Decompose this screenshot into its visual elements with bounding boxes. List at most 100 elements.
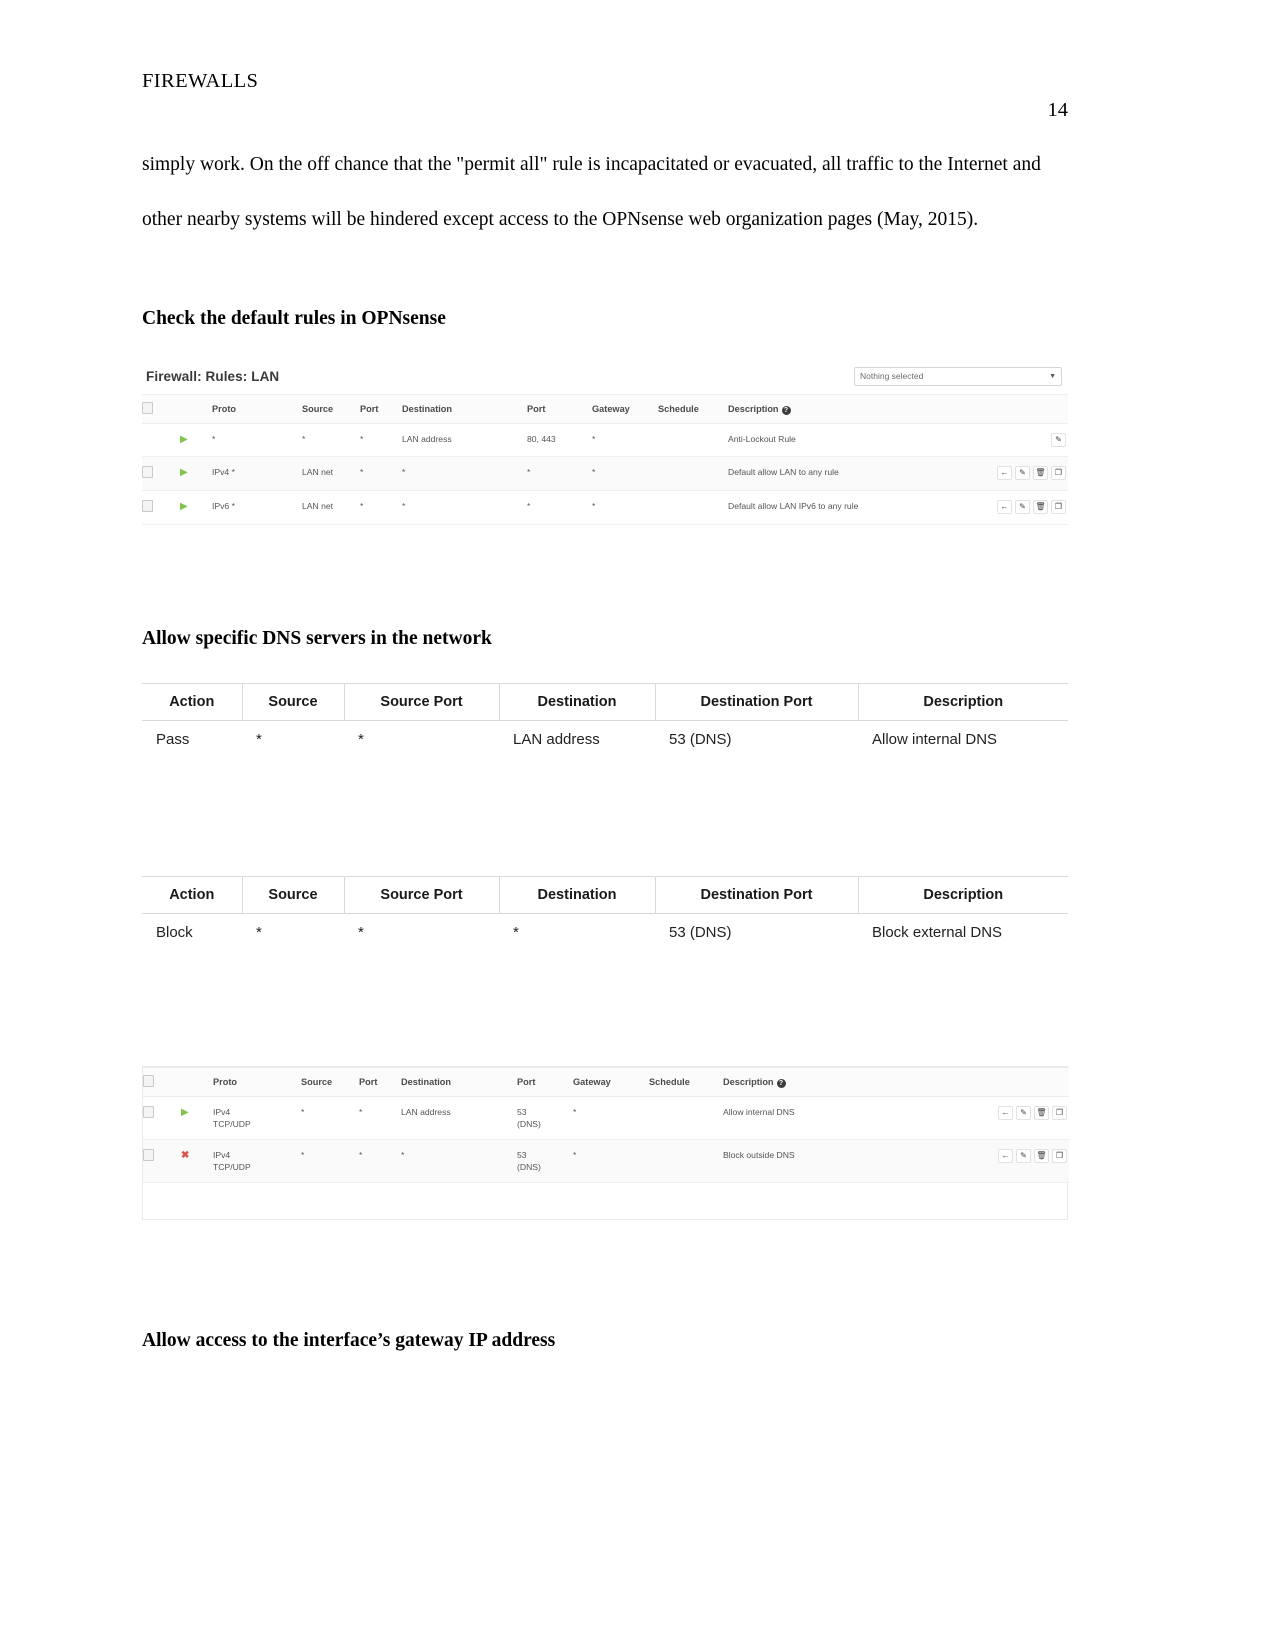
- cell-gateway: *: [573, 1139, 649, 1183]
- chevron-down-icon: ▼: [1049, 372, 1056, 380]
- opnsense-panel-header: Firewall: Rules: LAN Nothing selected ▼: [142, 358, 1068, 394]
- dest-port-line-1: 53: [517, 1107, 527, 1117]
- col-source-port: Source Port: [344, 876, 500, 914]
- cell-source-port: *: [344, 913, 499, 951]
- edit-pencil-icon[interactable]: ✎: [1015, 466, 1030, 480]
- cell-port: *: [359, 1096, 401, 1140]
- col-gateway: Gateway: [592, 394, 658, 424]
- col-source: Source: [242, 876, 345, 914]
- move-left-arrow-icon[interactable]: ←: [997, 466, 1012, 480]
- interface-select[interactable]: Nothing selected ▼: [854, 366, 1062, 386]
- row-checkbox[interactable]: [143, 1149, 154, 1161]
- table-row[interactable]: ▶ IPv4 * LAN net * * * * Default allow L…: [142, 456, 1068, 491]
- cell-gateway: *: [592, 423, 658, 457]
- cell-port: *: [359, 1139, 401, 1183]
- edit-pencil-icon[interactable]: ✎: [1051, 433, 1066, 447]
- move-left-arrow-icon[interactable]: ←: [998, 1149, 1013, 1163]
- clone-copy-icon[interactable]: ❐: [1051, 466, 1066, 480]
- delete-trash-icon[interactable]: 🗑: [1033, 500, 1048, 514]
- clone-copy-icon[interactable]: ❐: [1052, 1106, 1067, 1120]
- table-header-row: Action Source Source Port Destination De…: [142, 876, 1068, 914]
- dest-port-line-2: (DNS): [517, 1119, 541, 1129]
- cell-actions: ← ✎ 🗑 ❐: [983, 490, 1068, 525]
- col-description: Description: [858, 876, 1068, 914]
- cell-port: *: [360, 423, 402, 457]
- cell-description: Block outside DNS: [723, 1139, 968, 1183]
- select-all-checkbox[interactable]: [142, 402, 153, 414]
- table-row[interactable]: ▶ IPv4 TCP/UDP * * LAN address 53 (DNS) …: [143, 1096, 1069, 1140]
- edit-pencil-icon[interactable]: ✎: [1015, 500, 1030, 514]
- cell-destination-port: 53 (DNS): [655, 720, 858, 758]
- col-port: Port: [360, 394, 402, 424]
- pass-rule-table: Action Source Source Port Destination De…: [142, 683, 1068, 758]
- proto-line-1: IPv4: [213, 1107, 231, 1117]
- table-row[interactable]: ✖ IPv4 TCP/UDP * * * 53 (DNS) * Block ou…: [143, 1139, 1069, 1183]
- col-proto: Proto: [212, 394, 302, 424]
- heading-allow-dns-servers: Allow specific DNS servers in the networ…: [142, 628, 492, 649]
- heading-allow-gateway-access: Allow access to the interface’s gateway …: [142, 1330, 556, 1351]
- dns-rules-table: Proto Source Port Destination Port Gatew…: [143, 1067, 1069, 1183]
- cell-dest-port: *: [527, 456, 592, 491]
- cell-port: *: [360, 490, 402, 525]
- col-destination: Destination: [499, 683, 656, 721]
- col-actions: [983, 394, 1068, 424]
- cell-schedule: [649, 1096, 723, 1140]
- table-row[interactable]: ▶ IPv6 * LAN net * * * * Default allow L…: [142, 490, 1068, 525]
- col-destination: Destination: [402, 394, 527, 424]
- row-action-icon-cell: ✖: [181, 1139, 213, 1183]
- col-description-label: Description: [723, 1076, 774, 1087]
- move-left-arrow-icon[interactable]: ←: [998, 1106, 1013, 1120]
- opnsense-dns-rules-panel: Proto Source Port Destination Port Gatew…: [142, 1066, 1069, 1220]
- cell-proto: IPv6 *: [212, 490, 302, 525]
- row-select-cell: [143, 1139, 181, 1183]
- delete-trash-icon[interactable]: 🗑: [1034, 1106, 1049, 1120]
- page-number: 14: [1047, 99, 1069, 121]
- block-x-icon: ✖: [181, 1150, 190, 1161]
- table-row[interactable]: ▶ * * * LAN address 80, 443 * Anti-Locko…: [142, 423, 1068, 457]
- edit-pencil-icon[interactable]: ✎: [1016, 1106, 1031, 1120]
- row-checkbox[interactable]: [142, 500, 153, 512]
- cell-schedule: [658, 456, 728, 491]
- row-action-icon-cell: ▶: [181, 1096, 213, 1140]
- proto-line-2: TCP/UDP: [213, 1162, 251, 1172]
- cell-description: Default allow LAN IPv6 to any rule: [728, 490, 983, 525]
- cell-source: LAN net: [302, 490, 360, 525]
- cell-proto: IPv4 *: [212, 456, 302, 491]
- cell-source: *: [242, 720, 344, 758]
- cell-gateway: *: [592, 490, 658, 525]
- cell-source: *: [302, 423, 360, 457]
- cell-schedule: [658, 423, 728, 457]
- cell-dest-port: 53 (DNS): [517, 1096, 573, 1140]
- cell-gateway: *: [592, 456, 658, 491]
- row-checkbox[interactable]: [143, 1106, 154, 1118]
- cell-description: Allow internal DNS: [723, 1096, 968, 1140]
- select-all-checkbox[interactable]: [143, 1075, 154, 1087]
- cell-destination: LAN address: [401, 1096, 517, 1140]
- proto-line-1: IPv4: [213, 1150, 231, 1160]
- help-circle-icon[interactable]: ?: [781, 405, 791, 415]
- cell-destination: LAN address: [402, 423, 527, 457]
- cell-dest-port: *: [527, 490, 592, 525]
- cell-destination: *: [402, 490, 527, 525]
- running-head: FIREWALLS: [142, 70, 259, 92]
- cell-action: Pass: [142, 720, 242, 758]
- col-destination: Destination: [401, 1067, 517, 1097]
- help-circle-icon[interactable]: ?: [776, 1078, 786, 1088]
- select-all-header: [143, 1067, 181, 1097]
- cell-proto: IPv4 TCP/UDP: [213, 1139, 301, 1183]
- document-page: FIREWALLS 14 simply work. On the off cha…: [0, 0, 1275, 1651]
- clone-copy-icon[interactable]: ❐: [1051, 500, 1066, 514]
- edit-pencil-icon[interactable]: ✎: [1016, 1149, 1031, 1163]
- col-port: Port: [359, 1067, 401, 1097]
- clone-copy-icon[interactable]: ❐: [1052, 1149, 1067, 1163]
- table-row: Pass * * LAN address 53 (DNS) Allow inte…: [142, 720, 1068, 758]
- col-destination: Destination: [499, 876, 656, 914]
- row-checkbox[interactable]: [142, 466, 153, 478]
- delete-trash-icon[interactable]: 🗑: [1033, 466, 1048, 480]
- cell-destination-port: 53 (DNS): [655, 913, 858, 951]
- opnsense-lan-rules-panel: Firewall: Rules: LAN Nothing selected ▼ …: [142, 358, 1068, 525]
- delete-trash-icon[interactable]: 🗑: [1034, 1149, 1049, 1163]
- move-left-arrow-icon[interactable]: ←: [997, 500, 1012, 514]
- row-action-icon-cell: ▶: [180, 490, 212, 525]
- cell-dest-port: 53 (DNS): [517, 1139, 573, 1183]
